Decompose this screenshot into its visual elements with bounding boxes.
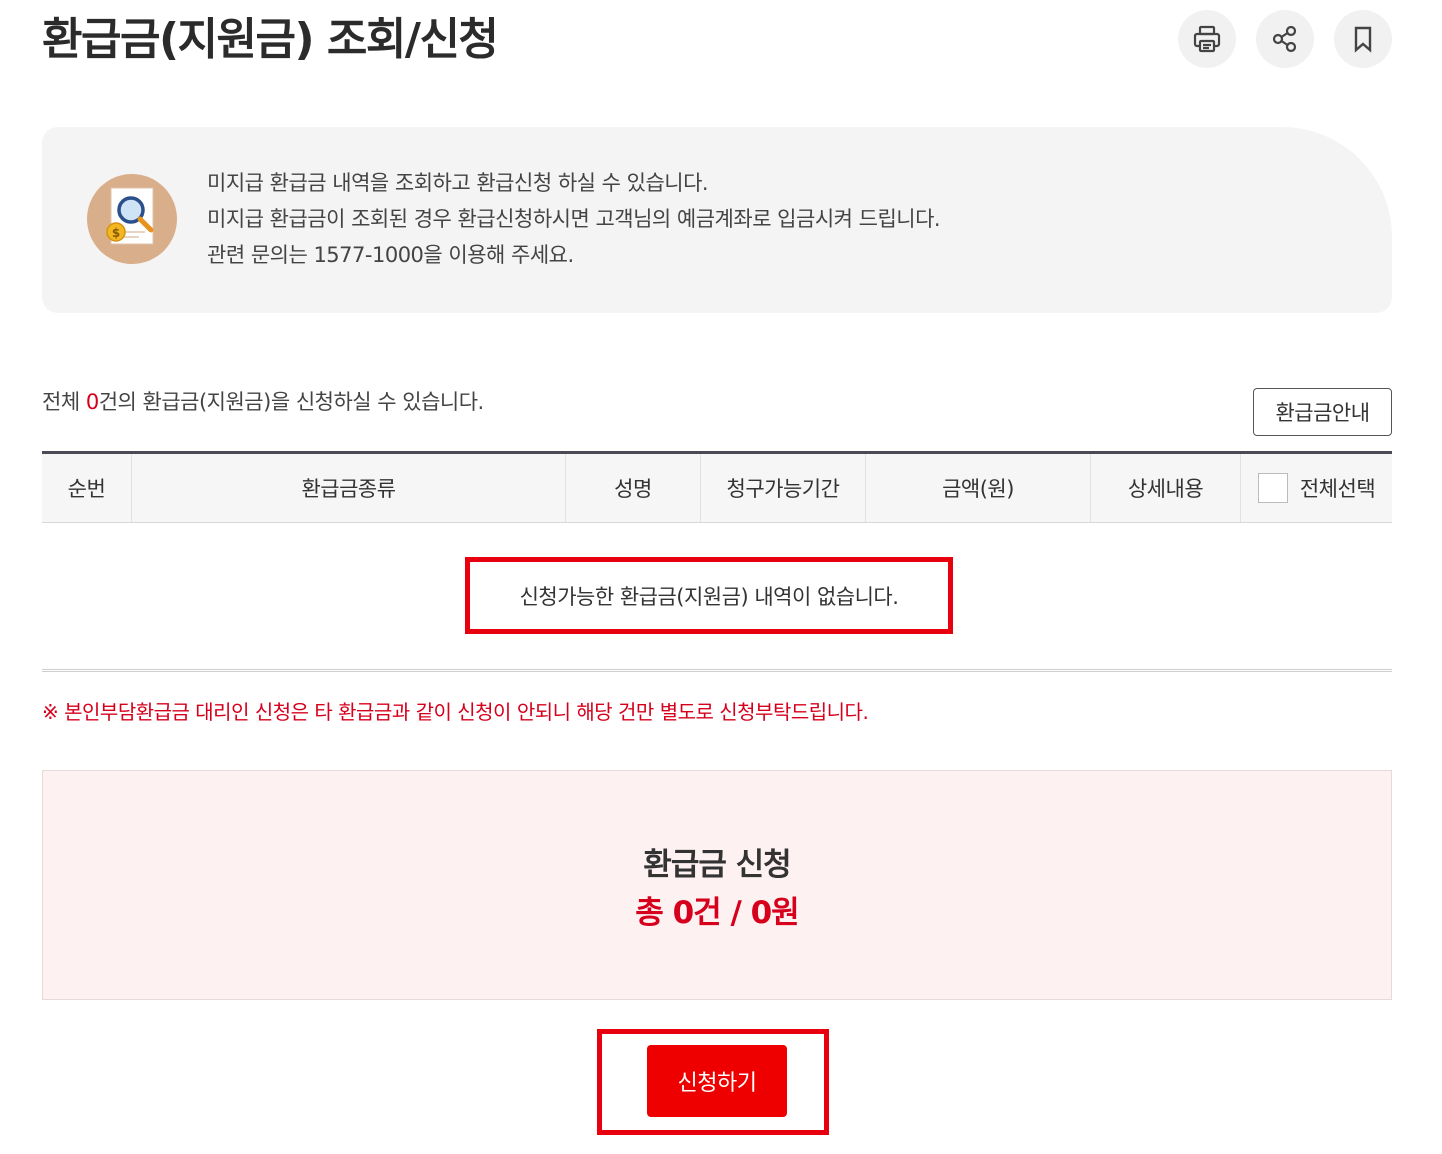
page-title: 환급금(지원금) 조회/신청 bbox=[42, 14, 499, 65]
print-icon bbox=[1193, 25, 1221, 53]
info-box: $ 미지급 환급금 내역을 조회하고 환급신청 하실 수 있습니다. 미지급 환… bbox=[42, 127, 1392, 313]
summary-total: 총 0건 / 0원 bbox=[635, 895, 799, 931]
count-suffix: 건의 환급금(지원금)을 신청하실 수 있습니다. bbox=[98, 390, 485, 414]
print-button[interactable] bbox=[1178, 10, 1236, 68]
column-header-select-all: 전체선택 bbox=[1241, 454, 1392, 522]
available-count-text: 전체 0건의 환급금(지원금)을 신청하실 수 있습니다. bbox=[42, 386, 484, 416]
select-all-label: 전체선택 bbox=[1299, 477, 1376, 501]
share-button[interactable] bbox=[1256, 10, 1314, 68]
refund-table: 순번 환급금종류 성명 청구가능기간 금액(원) 상세내용 전체선택 bbox=[42, 451, 1392, 523]
info-line-1: 미지급 환급금 내역을 조회하고 환급신청 하실 수 있습니다. bbox=[207, 171, 709, 195]
table-empty-row: 신청가능한 환급금(지원금) 내역이 없습니다. bbox=[42, 522, 1392, 672]
column-header-number: 순번 bbox=[42, 454, 132, 522]
info-text: 미지급 환급금 내역을 조회하고 환급신청 하실 수 있습니다. 미지급 환급금… bbox=[207, 165, 941, 273]
summary-title: 환급금 신청 bbox=[643, 847, 791, 883]
apply-summary: 환급금 신청 총 0건 / 0원 bbox=[42, 770, 1392, 1000]
column-header-amount: 금액(원) bbox=[866, 454, 1091, 522]
count-prefix: 전체 bbox=[42, 390, 86, 414]
svg-text:$: $ bbox=[112, 226, 120, 240]
column-header-claim-period: 청구가능기간 bbox=[701, 454, 866, 522]
bookmark-icon bbox=[1354, 26, 1372, 53]
select-all-checkbox[interactable] bbox=[1257, 473, 1288, 503]
info-line-3: 관련 문의는 1577-1000을 이용해 주세요. bbox=[207, 243, 574, 267]
apply-button[interactable]: 신청하기 bbox=[647, 1045, 787, 1117]
column-header-details: 상세내용 bbox=[1091, 454, 1241, 522]
refund-count: 0 bbox=[85, 390, 99, 414]
top-actions bbox=[1178, 10, 1392, 68]
column-header-refund-type: 환급금종류 bbox=[132, 454, 566, 522]
refund-guide-button[interactable]: 환급금안내 bbox=[1253, 388, 1392, 436]
table-header: 순번 환급금종류 성명 청구가능기간 금액(원) 상세내용 전체선택 bbox=[42, 451, 1392, 523]
column-header-name: 성명 bbox=[566, 454, 701, 522]
info-line-2: 미지급 환급금이 조회된 경우 환급신청하시면 고객님의 예금계좌로 입금시켜 … bbox=[207, 207, 941, 231]
proxy-notice: ※ 본인부담환급금 대리인 신청은 타 환급금과 같이 신청이 안되니 해당 건… bbox=[42, 700, 869, 724]
bookmark-button[interactable] bbox=[1334, 10, 1392, 68]
share-icon bbox=[1272, 25, 1297, 53]
search-document-coin-icon: $ bbox=[87, 174, 177, 264]
empty-message: 신청가능한 환급금(지원금) 내역이 없습니다. bbox=[465, 557, 953, 634]
